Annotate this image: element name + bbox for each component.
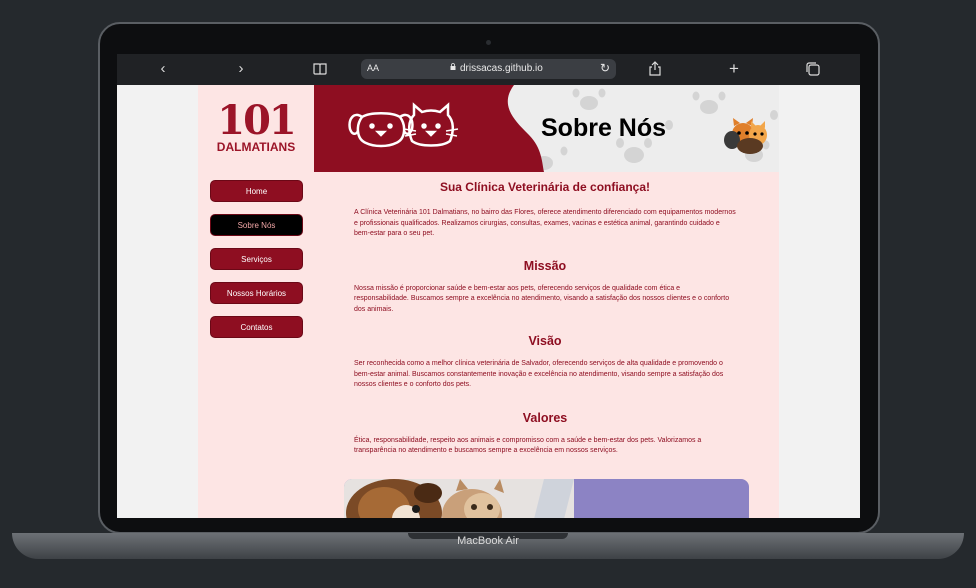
sidebar-nav: Home Sobre Nós Serviços Nossos Horários … [210,180,303,350]
dog-and-cat-photo-icon [344,479,574,518]
main-content: Sua Clínica Veterinária de confiança! A … [354,180,736,457]
pets-illustration-icon [724,118,767,154]
forward-icon[interactable]: › [231,60,251,78]
intro-text: A Clínica Veterinária 101 Dalmatians, no… [354,209,736,237]
text-size-button[interactable]: AA [367,63,379,73]
missao-text: Nossa missão é proporcionar saúde e bem-… [354,284,730,313]
reload-icon[interactable]: ↻ [600,61,610,75]
camera-icon [486,40,491,45]
new-tab-icon[interactable]: + [724,60,744,78]
web-page: 101 DALMATIANS Sobre Nós Home Sobre Nós … [198,85,779,518]
missao-heading: Missão [523,258,567,273]
browser-toolbar: ‹ › AA drissacas.github.io ↻ + [117,54,860,85]
header-banner: Sobre Nós [314,85,779,172]
page-title: Sobre Nós [541,114,667,142]
visao-heading: Visão [528,334,562,348]
logo[interactable]: 101 DALMATIANS [198,85,314,172]
logo-word: DALMATIANS [216,140,296,154]
address-bar[interactable]: AA drissacas.github.io ↻ [361,59,616,79]
lock-icon [450,63,456,70]
browser-window: ‹ › AA drissacas.github.io ↻ + 101 DALMA… [117,54,860,518]
nav-horarios-button[interactable]: Nossos Horários [210,282,303,304]
valores-heading: Valores [522,410,568,425]
reader-icon[interactable] [313,63,333,75]
intro-heading: Sua Clínica Veterinária de confiança! [439,180,651,194]
logo-number: 101 [217,97,297,144]
share-icon[interactable] [648,61,668,76]
visao-text: Ser reconhecida como a melhor clínica ve… [354,360,724,388]
nav-home-button[interactable]: Home [210,180,303,202]
valores-text: Ética, responsabilidade, respeito aos an… [354,436,702,455]
pets-photo [344,479,749,518]
url-text: drissacas.github.io [460,63,543,74]
nav-sobre-nos-button[interactable]: Sobre Nós [210,214,303,236]
back-icon[interactable]: ‹ [153,60,173,78]
nav-contatos-button[interactable]: Contatos [210,316,303,338]
tabs-icon[interactable] [806,62,826,76]
nav-servicos-button[interactable]: Serviços [210,248,303,270]
device-label: MacBook Air [457,535,519,547]
